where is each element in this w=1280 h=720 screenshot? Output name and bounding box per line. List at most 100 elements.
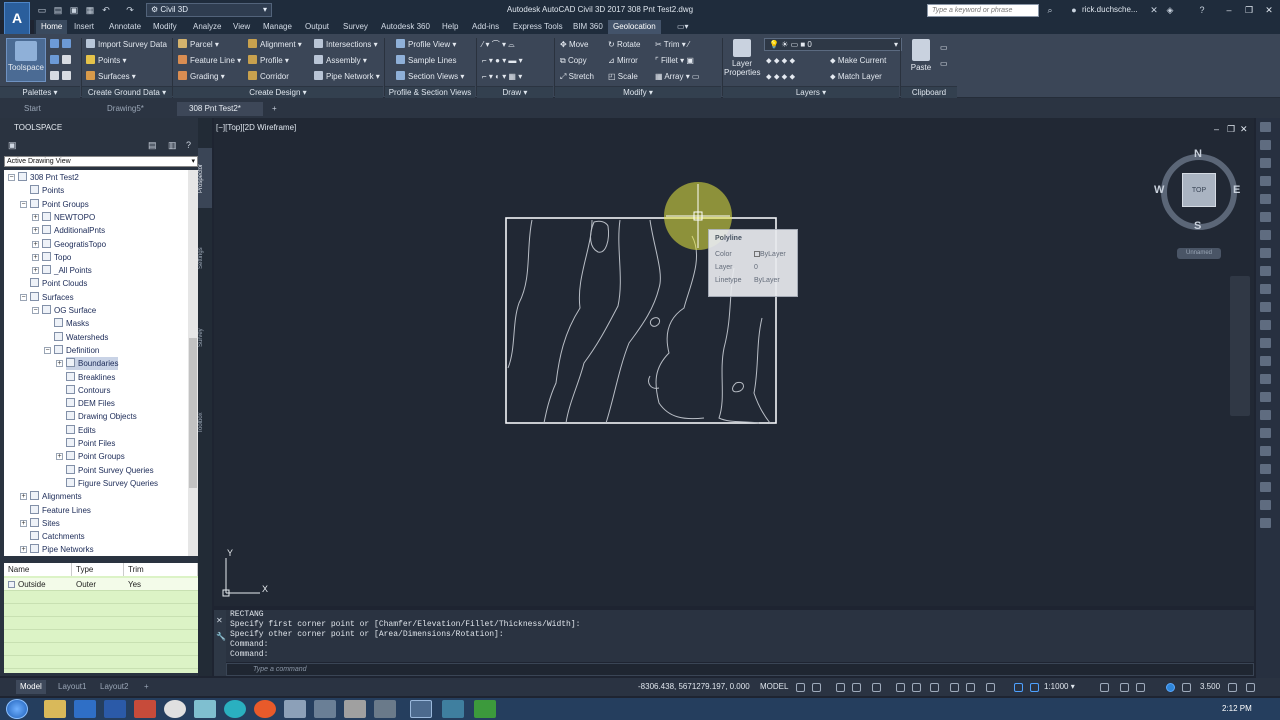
powerpoint-icon[interactable] bbox=[134, 700, 156, 718]
tool-icon[interactable] bbox=[1260, 320, 1271, 330]
layer-properties-button[interactable]: Layer Properties bbox=[724, 39, 760, 77]
section-views-button[interactable]: Section Views ▾ bbox=[396, 71, 464, 83]
stretch-button[interactable]: ⤢ Stretch bbox=[560, 71, 594, 83]
tree-expander[interactable]: + bbox=[20, 519, 27, 527]
corridor-button[interactable]: Corridor bbox=[248, 71, 289, 83]
tab-add-ins[interactable]: Add-ins bbox=[467, 20, 504, 34]
tool-icon[interactable] bbox=[1260, 500, 1271, 510]
app-icon[interactable] bbox=[194, 700, 216, 718]
tool-icon[interactable] bbox=[1260, 230, 1271, 240]
doc-tab-308-pnt-test2[interactable]: 308 Pnt Test2* bbox=[177, 102, 263, 116]
tree-node[interactable]: Point Groups bbox=[30, 198, 89, 211]
system-clock[interactable]: 2:12 PM bbox=[1222, 704, 1252, 713]
new-tab-button[interactable]: + bbox=[266, 102, 286, 116]
tab-geolocation[interactable]: Geolocation bbox=[608, 20, 661, 34]
close-icon[interactable]: ✕ bbox=[216, 616, 223, 625]
tool-icon[interactable] bbox=[1260, 374, 1271, 384]
firefox-icon[interactable] bbox=[254, 700, 276, 718]
navigation-bar[interactable] bbox=[1230, 276, 1250, 416]
app-icon[interactable] bbox=[344, 700, 366, 718]
trim-button[interactable]: ✂ Trim ▾ ⁄ bbox=[655, 39, 689, 51]
plus-icon[interactable] bbox=[1120, 683, 1129, 692]
tree-node[interactable]: Point Survey Queries bbox=[66, 464, 154, 477]
search-input[interactable]: Type a keyword or phrase bbox=[927, 4, 1039, 17]
panel-palettes[interactable]: Palettes ▾ bbox=[0, 86, 80, 98]
tool-icon[interactable] bbox=[1260, 122, 1271, 132]
tree-expander[interactable]: + bbox=[32, 227, 39, 235]
layer-tools-row-2[interactable]: ⬥ ⬥ ⬥ ⬥ bbox=[766, 71, 795, 83]
grading-button[interactable]: Grading ▾ bbox=[178, 71, 225, 83]
tree-node[interactable]: NEWTOPO bbox=[42, 211, 95, 224]
tab-model[interactable]: Model bbox=[16, 680, 46, 694]
hatch-tool[interactable]: ⌐ ▾ ◐ ▾ ▦ ▾ bbox=[482, 71, 522, 83]
parcel-button[interactable]: Parcel ▾ bbox=[178, 39, 219, 51]
word-icon[interactable] bbox=[104, 700, 126, 718]
fillet-button[interactable]: ⌜ Fillet ▾ ▣ bbox=[655, 55, 694, 67]
add-layout-button[interactable]: + bbox=[140, 680, 153, 694]
tool-icon[interactable] bbox=[1260, 194, 1271, 204]
line-tool[interactable]: ⁄ ▾ ⌒ ▾ ⌓ bbox=[482, 39, 515, 51]
tab-help[interactable]: Help bbox=[437, 20, 463, 34]
panel-draw[interactable]: Draw ▾ bbox=[477, 86, 553, 98]
palette-btn-1[interactable] bbox=[50, 39, 74, 51]
grid-header-type[interactable]: Type bbox=[72, 563, 124, 576]
compass-north[interactable]: N bbox=[1194, 148, 1202, 160]
tool-icon[interactable] bbox=[1260, 266, 1271, 276]
save-icon[interactable]: ▣ bbox=[68, 4, 80, 16]
ribbon-options-icon[interactable]: ▭▾ bbox=[672, 20, 694, 34]
profile-button[interactable]: Profile ▾ bbox=[248, 55, 289, 67]
windows-start-button[interactable] bbox=[6, 699, 28, 719]
exchange-icon[interactable]: ✕ bbox=[1148, 4, 1160, 16]
tool-icon[interactable] bbox=[1260, 410, 1271, 420]
annotation-scale[interactable]: 1:1000 ▾ bbox=[1044, 682, 1075, 691]
tree-expander[interactable]: + bbox=[32, 213, 39, 221]
osnap-icon[interactable] bbox=[872, 683, 881, 692]
autoscale-icon[interactable] bbox=[1030, 683, 1039, 692]
tab-layout2[interactable]: Layout2 bbox=[96, 680, 132, 694]
tab-annotate[interactable]: Annotate bbox=[104, 20, 146, 34]
app-icon[interactable] bbox=[442, 700, 464, 718]
tree-node[interactable]: Surfaces bbox=[30, 291, 74, 304]
paste-button[interactable]: Paste bbox=[906, 39, 936, 72]
copy-button[interactable]: ⧉ Copy bbox=[560, 55, 587, 67]
app-icon[interactable] bbox=[314, 700, 336, 718]
grid-cell-type[interactable]: Outer bbox=[72, 578, 96, 591]
tree-expander[interactable]: + bbox=[32, 253, 39, 261]
panel-modify[interactable]: Modify ▾ bbox=[555, 86, 721, 98]
tool-icon[interactable] bbox=[1260, 212, 1271, 222]
tool-icon[interactable] bbox=[1260, 392, 1271, 402]
3dosnap-icon[interactable] bbox=[966, 683, 975, 692]
tool-icon[interactable] bbox=[1260, 248, 1271, 258]
toolspace-view-icon[interactable]: ▤ bbox=[148, 140, 158, 150]
tool-icon[interactable] bbox=[1260, 338, 1271, 348]
assembly-button[interactable]: Assembly ▾ bbox=[314, 55, 367, 67]
tab-modify[interactable]: Modify bbox=[148, 20, 182, 34]
tree-expander[interactable]: + bbox=[56, 453, 63, 461]
autocad-taskbar-icon[interactable] bbox=[410, 700, 432, 718]
tree-node[interactable]: Contours bbox=[66, 384, 110, 397]
tab-view[interactable]: View bbox=[228, 20, 255, 34]
scale-button[interactable]: ◰ Scale bbox=[608, 71, 638, 83]
wrench-icon[interactable]: 🔧 bbox=[216, 632, 226, 641]
tree-node[interactable]: Boundaries bbox=[66, 357, 119, 371]
maximize-icon[interactable]: ❐ bbox=[1240, 3, 1258, 17]
panel-create-design[interactable]: Create Design ▾ bbox=[173, 86, 383, 98]
selection-cycling-icon[interactable] bbox=[950, 683, 959, 692]
snap-icon[interactable] bbox=[812, 683, 821, 692]
profile-view-button[interactable]: Profile View ▾ bbox=[396, 39, 456, 51]
vtab-settings[interactable]: Settings bbox=[198, 233, 212, 283]
compass-south[interactable]: S bbox=[1194, 220, 1201, 232]
minimize-icon[interactable]: – bbox=[1220, 3, 1238, 17]
tab-manage[interactable]: Manage bbox=[258, 20, 297, 34]
grid-header-name[interactable]: Name bbox=[4, 563, 72, 576]
tree-node[interactable]: OG Surface bbox=[42, 304, 96, 317]
match-layer-button[interactable]: ⬥ Match Layer bbox=[830, 71, 882, 83]
tree-expander[interactable]: + bbox=[32, 267, 39, 275]
explorer-icon[interactable] bbox=[44, 700, 66, 718]
open-icon[interactable]: ▤ bbox=[52, 4, 64, 16]
transparency-icon[interactable] bbox=[930, 683, 939, 692]
panel-create-ground-data[interactable]: Create Ground Data ▾ bbox=[82, 86, 172, 98]
tool-icon[interactable] bbox=[1260, 302, 1271, 312]
palette-btn-3[interactable] bbox=[50, 71, 74, 83]
tree-scrollbar[interactable] bbox=[188, 170, 198, 556]
